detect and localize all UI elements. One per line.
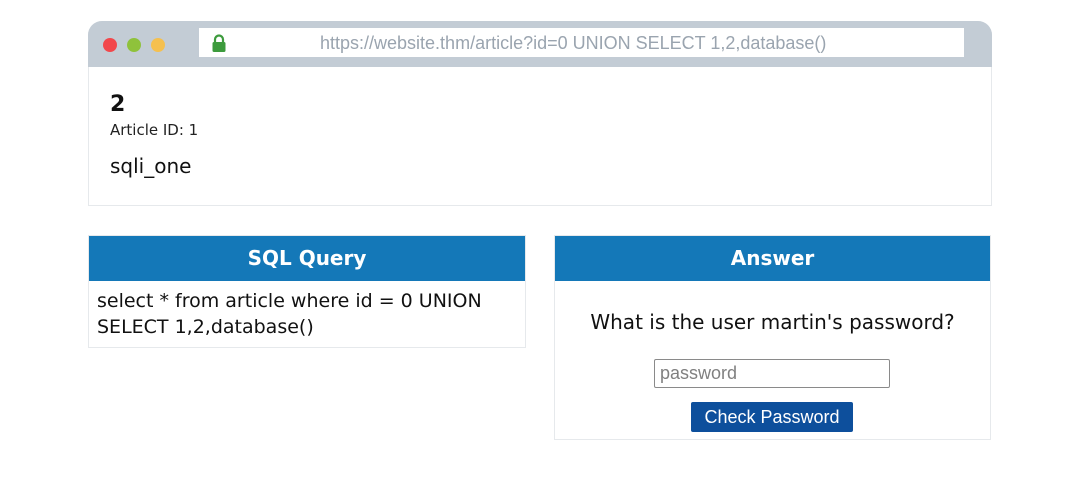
article-body: sqli_one [110,154,192,178]
address-bar[interactable]: https://website.thm/article?id=0 UNION S… [199,28,964,57]
browser-toolbar: https://website.thm/article?id=0 UNION S… [88,21,992,67]
article-id-label: Article ID: 1 [110,121,199,139]
sql-query-panel: SQL Query select * from article where id… [88,235,526,348]
close-window-dot[interactable] [103,38,117,52]
minimize-window-dot[interactable] [127,38,141,52]
browser-window: https://website.thm/article?id=0 UNION S… [88,21,992,206]
article-number: 2 [110,92,126,117]
maximize-window-dot[interactable] [151,38,165,52]
password-input[interactable] [654,359,890,388]
answer-panel: Answer What is the user martin's passwor… [554,235,991,440]
lock-icon [212,34,226,52]
check-password-button[interactable]: Check Password [691,402,853,432]
sql-query-text: select * from article where id = 0 UNION… [97,290,482,338]
address-bar-url[interactable]: https://website.thm/article?id=0 UNION S… [320,33,826,54]
answer-title: Answer [555,236,990,281]
question-text: What is the user martin's password? [590,310,955,334]
sql-query-title: SQL Query [89,236,525,281]
